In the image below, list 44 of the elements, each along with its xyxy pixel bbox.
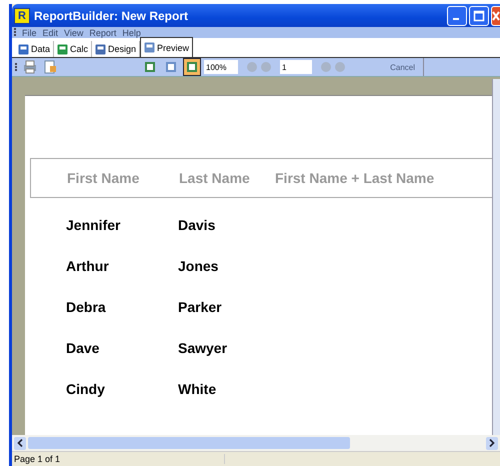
app-logo-icon: R xyxy=(14,8,30,24)
maximize-icon xyxy=(473,10,485,22)
report-cell-text: White xyxy=(178,380,218,396)
close-icon xyxy=(492,10,500,22)
report-cell-text: Dave xyxy=(65,340,100,356)
report-cell-text: Debra xyxy=(65,298,107,314)
report-cell-text: Jones xyxy=(178,258,220,274)
report-cell-text: Jennifer xyxy=(65,216,122,232)
column-header: Last Name xyxy=(179,170,251,186)
minimize-button[interactable] xyxy=(447,6,467,26)
page-icon xyxy=(165,61,177,73)
report-cell-text: Sawyer xyxy=(178,340,228,356)
report-cell-text: Davis xyxy=(178,216,216,232)
tab[interactable]: Data xyxy=(15,41,54,57)
window-title: ReportBuilder: New Report xyxy=(34,8,190,22)
close-button[interactable] xyxy=(491,6,500,26)
tab-icon xyxy=(144,42,156,53)
report-cell-text: Arthur xyxy=(65,258,110,274)
column-header: First Name xyxy=(66,170,140,186)
scroll-right-button[interactable] xyxy=(486,436,498,450)
page-icon xyxy=(186,61,198,73)
tab-icon xyxy=(57,44,68,54)
status-text: Page 1 of 1 xyxy=(12,454,225,464)
report-cell-text: Parker xyxy=(178,298,223,314)
page-number-field[interactable]: 1 xyxy=(280,60,312,74)
tab[interactable]: Calc xyxy=(54,41,92,57)
printer-icon[interactable] xyxy=(23,60,37,74)
column-header: First Name + Last Name xyxy=(275,170,434,186)
percent-zoom-button[interactable] xyxy=(183,58,201,76)
zoom-field[interactable]: 100% xyxy=(204,60,238,74)
scroll-thumb[interactable] xyxy=(28,437,350,449)
document-icon[interactable] xyxy=(43,60,57,74)
chevron-right-icon xyxy=(489,439,495,447)
minimize-icon xyxy=(453,18,459,20)
chevron-left-icon xyxy=(17,439,23,447)
maximize-button[interactable] xyxy=(469,6,489,26)
scroll-left-button[interactable] xyxy=(14,436,26,450)
tab[interactable]: Preview xyxy=(140,37,194,57)
vertical-scrollbar[interactable] xyxy=(492,79,500,435)
horizontal-scrollbar[interactable] xyxy=(12,435,500,451)
report-cell-text: Cindy xyxy=(65,380,106,396)
tab-icon xyxy=(95,44,106,54)
page-icon xyxy=(144,61,156,73)
tab-icon xyxy=(18,44,29,54)
